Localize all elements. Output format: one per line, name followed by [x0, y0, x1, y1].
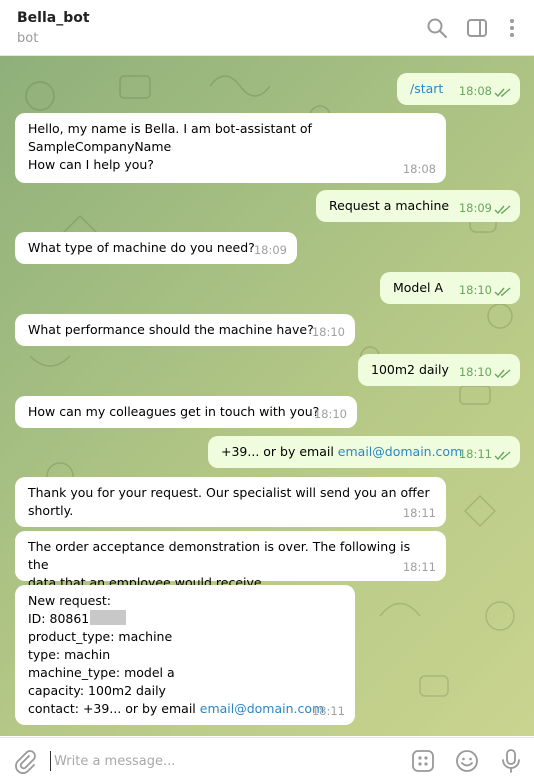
message-incoming[interactable]: The order acceptance demonstration is ov…	[15, 531, 446, 590]
message-text: 100m2 daily	[371, 362, 449, 377]
message-time: 18:10	[311, 325, 345, 339]
message-incoming[interactable]: What performance should the machine have…	[15, 314, 355, 346]
message-time: 18:11	[458, 447, 492, 461]
message-line: How can I help you?	[28, 157, 154, 172]
message-line: capacity: 100m2 daily	[28, 683, 166, 698]
message-time: 18:11	[311, 704, 345, 718]
message-time: 18:10	[458, 365, 492, 379]
message-incoming[interactable]: What type of machine do you need? 18:09	[15, 232, 297, 264]
search-icon[interactable]	[425, 16, 449, 40]
message-outgoing[interactable]: Model A 18:10	[380, 272, 520, 304]
message-incoming[interactable]: How can my colleagues get in touch with …	[15, 396, 357, 428]
chat-subtitle: bot	[17, 31, 39, 46]
message-line: shortly.	[28, 503, 74, 518]
message-time: 18:11	[402, 506, 436, 520]
message-incoming[interactable]: New request: ID: 80861 product_type: mac…	[15, 585, 355, 725]
message-text: What type of machine do you need?	[28, 240, 255, 255]
message-line: type: machin	[28, 647, 111, 662]
message-line: machine_type: model a	[28, 665, 175, 680]
message-text[interactable]: /start	[410, 81, 443, 96]
message-time: 18:08	[402, 162, 436, 176]
message-line: contact: +39... or by email email@domain…	[28, 700, 343, 718]
emoji-icon[interactable]	[454, 748, 480, 774]
message-line: product_type: machine	[28, 629, 173, 644]
message-time: 18:10	[313, 407, 347, 421]
message-incoming[interactable]: Thank you for your request. Our speciali…	[15, 477, 446, 527]
message-text: What performance should the machine have…	[28, 322, 314, 337]
read-checkmarks-icon	[494, 369, 511, 379]
message-time: 18:08	[458, 84, 492, 98]
message-line: New request:	[28, 593, 111, 608]
bot-commands-icon[interactable]	[410, 748, 436, 774]
microphone-icon[interactable]	[498, 748, 524, 774]
message-line: ID: 80861	[28, 610, 343, 628]
message-input[interactable]	[50, 751, 390, 771]
message-outgoing[interactable]: 100m2 daily 18:10	[358, 354, 520, 386]
read-checkmarks-icon	[494, 205, 511, 215]
email-link[interactable]: email@domain.com	[338, 444, 462, 459]
chat-history[interactable]: /start 18:08 Hello, my name is Bella. I …	[0, 56, 534, 736]
message-outgoing[interactable]: Request a machine 18:09	[316, 190, 520, 222]
read-checkmarks-icon	[494, 451, 511, 461]
request-id: ID: 80861	[28, 611, 90, 626]
read-checkmarks-icon	[494, 88, 511, 98]
message-outgoing[interactable]: /start 18:08	[397, 73, 520, 105]
message-incoming[interactable]: Hello, my name is Bella. I am bot-assist…	[15, 113, 446, 183]
message-time: 18:09	[458, 201, 492, 215]
message-text: +39... or by email	[221, 444, 338, 459]
message-text: How can my colleagues get in touch with …	[28, 404, 320, 419]
message-line: SampleCompanyName	[28, 139, 172, 154]
message-time: 18:10	[458, 283, 492, 297]
message-line: Thank you for your request. Our speciali…	[28, 485, 430, 500]
chat-header: Bella_bot bot	[0, 0, 534, 56]
paperclip-icon[interactable]	[12, 748, 38, 774]
message-composer	[0, 737, 534, 784]
read-checkmarks-icon	[494, 287, 511, 297]
message-time: 18:09	[253, 243, 287, 257]
message-text: Model A	[393, 280, 444, 295]
message-text: Request a machine	[329, 198, 450, 213]
message-line: The order acceptance demonstration is ov…	[28, 539, 411, 572]
message-line: Hello, my name is Bella. I am bot-assist…	[28, 121, 312, 136]
message-time: 18:11	[402, 560, 436, 574]
contact-text: contact: +39... or by email	[28, 701, 200, 716]
more-vertical-icon[interactable]	[500, 16, 524, 40]
message-outgoing[interactable]: +39... or by email email@domain.com 18:1…	[208, 436, 520, 468]
sidebar-toggle-icon[interactable]	[465, 16, 489, 40]
chat-title[interactable]: Bella_bot	[17, 10, 90, 26]
redacted-block	[90, 610, 127, 625]
email-link[interactable]: email@domain.com	[200, 701, 324, 716]
